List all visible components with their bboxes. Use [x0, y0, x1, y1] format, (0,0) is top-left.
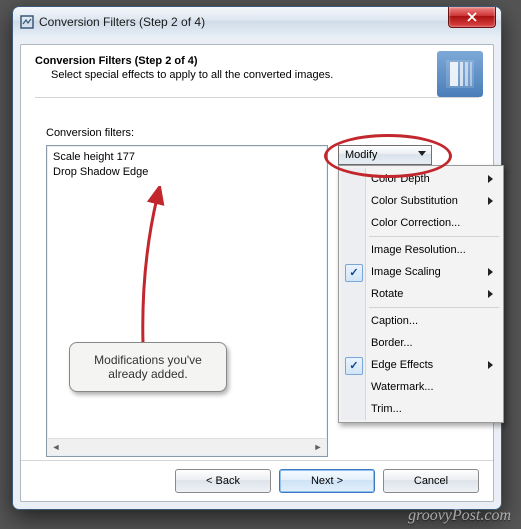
wizard-header: Conversion Filters (Step 2 of 4) Select … — [21, 45, 493, 110]
horizontal-scrollbar[interactable]: ◄ ► — [48, 438, 326, 455]
annotation-arrow — [127, 186, 207, 356]
app-icon — [19, 14, 35, 30]
button-label: Cancel — [414, 475, 448, 487]
submenu-arrow-icon — [488, 175, 493, 183]
window-body: Conversion Filters (Step 2 of 4) Select … — [12, 37, 502, 510]
submenu-arrow-icon — [488, 268, 493, 276]
menu-separator — [369, 307, 499, 308]
page-subtitle: Select special effects to apply to all t… — [51, 69, 479, 81]
menu-item-watermark[interactable]: Watermark... — [341, 376, 501, 398]
submenu-arrow-icon — [488, 197, 493, 205]
menu-item-edge-effects[interactable]: ✓ Edge Effects — [341, 354, 501, 376]
check-icon: ✓ — [345, 264, 363, 282]
cancel-button[interactable]: Cancel — [383, 469, 479, 493]
page-title: Conversion Filters (Step 2 of 4) — [35, 55, 479, 67]
submenu-arrow-icon — [488, 361, 493, 369]
menu-item-label: Color Depth — [371, 173, 430, 185]
modify-menu: Color Depth Color Substitution Color Cor… — [338, 165, 504, 423]
menu-item-label: Edge Effects — [371, 359, 433, 371]
menu-item-color-correction[interactable]: Color Correction... — [341, 212, 501, 234]
callout-text: Modifications you've — [78, 353, 218, 367]
annotation-callout: Modifications you've already added. — [69, 342, 227, 392]
close-icon — [467, 12, 477, 22]
next-button[interactable]: Next > — [279, 469, 375, 493]
menu-item-caption[interactable]: Caption... — [341, 310, 501, 332]
submenu-arrow-icon — [488, 290, 493, 298]
menu-item-label: Border... — [371, 337, 413, 349]
check-icon: ✓ — [345, 357, 363, 375]
wizard-body: Conversion filters: Scale height 177 Dro… — [46, 127, 471, 455]
chevron-down-icon — [418, 151, 426, 156]
scroll-right-icon[interactable]: ► — [310, 439, 326, 455]
button-label: Next > — [311, 475, 343, 487]
scroll-left-icon[interactable]: ◄ — [48, 439, 64, 455]
wizard-icon — [437, 51, 483, 97]
menu-item-color-depth[interactable]: Color Depth — [341, 168, 501, 190]
back-button[interactable]: < Back — [175, 469, 271, 493]
modify-dropdown[interactable]: Modify — [338, 145, 432, 165]
menu-item-border[interactable]: Border... — [341, 332, 501, 354]
source-watermark: groovyPost.com — [408, 507, 511, 525]
callout-text: already added. — [78, 367, 218, 381]
window-title: Conversion Filters (Step 2 of 4) — [39, 15, 205, 29]
menu-item-label: Color Substitution — [371, 195, 458, 207]
menu-item-rotate[interactable]: Rotate — [341, 283, 501, 305]
list-item[interactable]: Drop Shadow Edge — [53, 165, 321, 180]
menu-item-label: Trim... — [371, 403, 402, 415]
menu-item-label: Color Correction... — [371, 217, 460, 229]
close-button[interactable] — [448, 7, 496, 28]
menu-item-image-resolution[interactable]: Image Resolution... — [341, 239, 501, 261]
titlebar[interactable]: Conversion Filters (Step 2 of 4) — [12, 6, 502, 37]
menu-item-trim[interactable]: Trim... — [341, 398, 501, 420]
filters-label: Conversion filters: — [46, 127, 471, 139]
menu-item-label: Image Scaling — [371, 266, 441, 278]
wizard-footer: < Back Next > Cancel — [21, 460, 493, 501]
menu-item-image-scaling[interactable]: ✓ Image Scaling — [341, 261, 501, 283]
divider — [35, 97, 479, 98]
menu-item-color-substitution[interactable]: Color Substitution — [341, 190, 501, 212]
menu-separator — [369, 236, 499, 237]
menu-item-label: Caption... — [371, 315, 418, 327]
dialog-window: Conversion Filters (Step 2 of 4) Convers… — [12, 6, 502, 510]
button-label: < Back — [206, 475, 240, 487]
menu-item-label: Image Resolution... — [371, 244, 466, 256]
menu-item-label: Rotate — [371, 288, 403, 300]
dropdown-label: Modify — [345, 149, 377, 161]
content-panel: Conversion Filters (Step 2 of 4) Select … — [20, 44, 494, 502]
menu-item-label: Watermark... — [371, 381, 434, 393]
filters-listbox[interactable]: Scale height 177 Drop Shadow Edge ◄ ► Mo… — [46, 145, 328, 457]
list-item[interactable]: Scale height 177 — [53, 150, 321, 165]
